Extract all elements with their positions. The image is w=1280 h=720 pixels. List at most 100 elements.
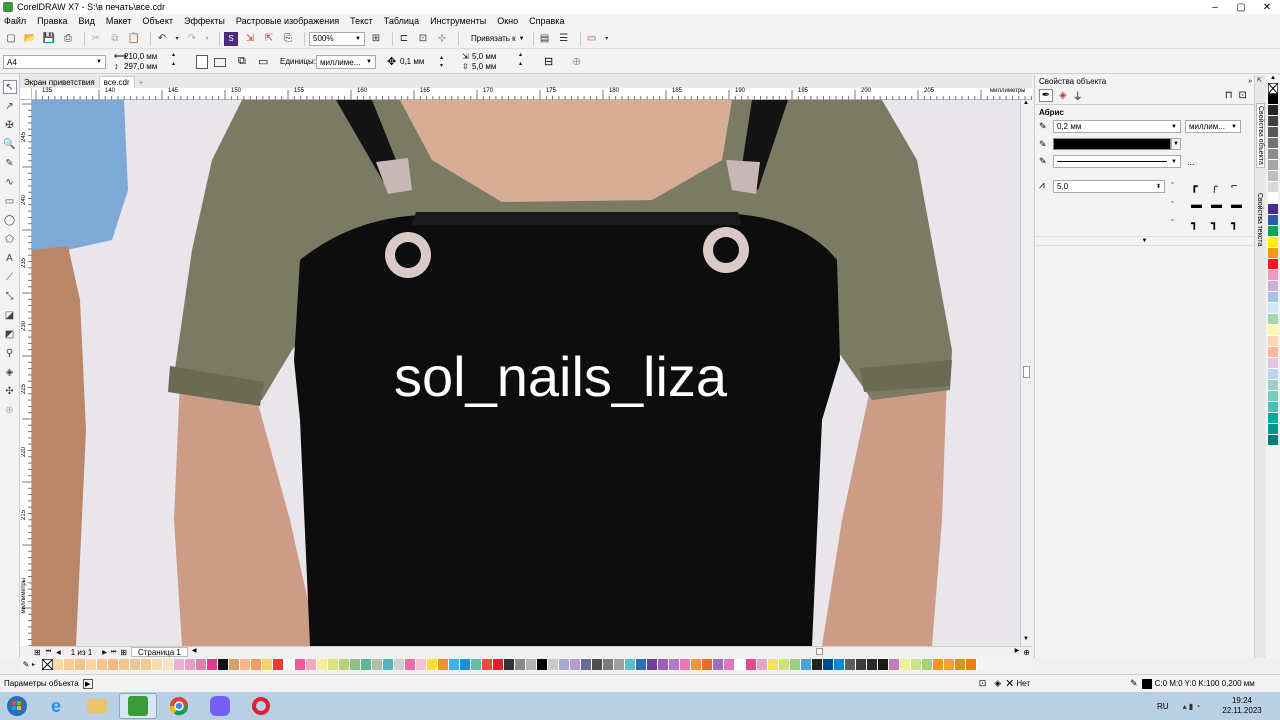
side-tab-object-properties[interactable]: Свойства объекта (1256, 103, 1265, 168)
fill-tab-icon[interactable]: ◈ (1059, 90, 1067, 101)
color-swatch[interactable] (1268, 314, 1278, 325)
menu-tools[interactable]: Инструменты (430, 16, 486, 26)
color-swatch[interactable] (900, 658, 911, 670)
color-swatch[interactable] (570, 658, 581, 670)
copy-icon[interactable]: ⧉ (108, 32, 122, 46)
color-swatch[interactable] (229, 658, 240, 670)
color-swatch[interactable] (944, 658, 955, 670)
vertical-ruler[interactable]: 245 240 235 230 225 220 215 миллиметры (20, 100, 32, 646)
save-icon[interactable]: 💾 (42, 32, 56, 46)
transparency-tool-icon[interactable]: ◩ (3, 327, 17, 341)
zoom-level-select[interactable]: 500% ▼ (309, 31, 365, 46)
color-swatch[interactable] (97, 658, 108, 670)
next-page-icon[interactable]: ▶ (102, 649, 107, 656)
artistic-media-icon[interactable]: ∿ (3, 175, 17, 189)
add-tool-icon[interactable]: ⊕ (3, 403, 17, 417)
color-swatch[interactable] (1268, 424, 1278, 435)
color-swatch[interactable] (856, 658, 867, 670)
color-swatch[interactable] (1268, 248, 1278, 259)
color-swatch[interactable] (75, 658, 86, 670)
color-swatch[interactable] (1268, 303, 1278, 314)
full-screen-preview-icon[interactable]: ⊞ (369, 32, 383, 46)
color-swatch[interactable] (339, 658, 350, 670)
color-swatch[interactable] (361, 658, 372, 670)
new-document-icon[interactable]: ▢ (4, 32, 18, 46)
color-swatch[interactable] (768, 658, 779, 670)
color-swatch[interactable] (1268, 215, 1278, 226)
color-swatch[interactable] (823, 658, 834, 670)
color-swatch[interactable] (350, 658, 361, 670)
color-swatch[interactable] (1268, 259, 1278, 270)
interactive-fill-icon[interactable]: ◈ (3, 365, 17, 379)
color-swatch[interactable] (504, 658, 515, 670)
color-swatch[interactable] (196, 658, 207, 670)
current-page-icon[interactable]: ▭ (258, 55, 268, 68)
undo-icon[interactable]: ↶ (155, 32, 169, 46)
color-swatch[interactable] (658, 658, 669, 670)
color-swatch[interactable] (1268, 391, 1278, 402)
color-swatch[interactable] (746, 658, 757, 670)
color-swatch[interactable] (240, 658, 251, 670)
center-outline-icon[interactable]: ┓ (1211, 217, 1231, 230)
pick-tool-icon[interactable]: ↖ (2, 80, 17, 94)
nudge-distance-field[interactable]: 0,1 мм (400, 57, 424, 66)
export-icon[interactable]: ⇱ (262, 32, 276, 46)
freehand-tool-icon[interactable]: ✎ (3, 156, 17, 170)
color-swatch[interactable] (515, 658, 526, 670)
color-swatch[interactable] (251, 658, 262, 670)
color-swatch[interactable] (1268, 358, 1278, 369)
tray-icons[interactable]: ▴ ▮ ◔ (1183, 702, 1201, 711)
palette-menu-icon[interactable]: ▸ (32, 661, 42, 668)
duplicate-y-field[interactable]: 5,0 мм (472, 62, 496, 71)
color-swatch[interactable] (86, 658, 97, 670)
maximize-button[interactable]: ▢ (1228, 0, 1254, 14)
rectangle-tool-icon[interactable]: ▭ (3, 194, 17, 208)
color-eyedropper-icon[interactable]: ⚲ (3, 346, 17, 360)
color-swatch[interactable] (493, 658, 504, 670)
color-swatch[interactable] (1268, 435, 1278, 446)
scroll-down-icon[interactable]: ▼ (1023, 636, 1029, 642)
color-swatch[interactable] (757, 658, 768, 670)
undo-dropdown-icon[interactable]: ▾ (174, 32, 180, 46)
bevel-corner-icon[interactable]: ⌐ (1231, 180, 1251, 193)
color-swatch[interactable] (1268, 116, 1278, 127)
color-swatch[interactable] (966, 658, 977, 670)
color-swatch[interactable] (53, 658, 64, 670)
color-swatch[interactable] (537, 658, 548, 670)
color-swatch[interactable] (636, 658, 647, 670)
landscape-icon[interactable] (214, 58, 226, 67)
status-arrow-icon[interactable]: ▶ (82, 678, 93, 689)
round-corner-icon[interactable]: ╭ (1211, 180, 1231, 193)
color-swatch[interactable] (317, 658, 328, 670)
shape-tool-icon[interactable]: ↗ (3, 99, 17, 113)
line-style-more-button[interactable]: ... (1187, 157, 1195, 167)
width-spinner-icon[interactable]: ▴ ▴ (172, 51, 175, 69)
clock[interactable]: 19:24 22.11.2023 (1222, 696, 1261, 716)
color-swatch[interactable] (273, 658, 284, 670)
color-swatch[interactable] (1268, 402, 1278, 413)
color-swatch[interactable] (152, 658, 163, 670)
show-rulers-icon[interactable]: ⊏ (397, 32, 411, 46)
show-grid-icon[interactable]: ⊡ (416, 32, 430, 46)
color-swatch[interactable] (1268, 325, 1278, 336)
line-style-select[interactable]: ▼ (1053, 155, 1181, 168)
menu-layout[interactable]: Макет (106, 16, 131, 26)
color-swatch[interactable] (1268, 237, 1278, 248)
color-swatch[interactable] (1268, 149, 1278, 160)
nudge-spinner-icon[interactable]: ▴ ▾ (440, 54, 443, 70)
corner-radio-icon[interactable]: ▫ (1171, 180, 1191, 193)
viber-icon[interactable] (201, 693, 239, 719)
ruler-origin[interactable] (20, 88, 32, 100)
color-swatch[interactable] (1268, 292, 1278, 303)
launch-apps-icon[interactable]: ▭ (585, 32, 599, 46)
navigator-icon[interactable]: ⊕ (1023, 648, 1030, 657)
polygon-tool-icon[interactable]: ⬠ (3, 232, 17, 246)
color-swatch[interactable] (1268, 336, 1278, 347)
add-page-icon[interactable]: ⊕ (572, 55, 581, 68)
dup-spinner-icon[interactable]: ▴ ▴ (519, 51, 522, 69)
horizontal-scrollbar[interactable]: ◀ ▶ (192, 647, 1023, 657)
color-swatch[interactable] (724, 658, 735, 670)
color-swatch[interactable] (713, 658, 724, 670)
outside-outline-icon[interactable]: ┓ (1191, 217, 1211, 230)
coreldraw-task-icon[interactable] (119, 693, 157, 719)
